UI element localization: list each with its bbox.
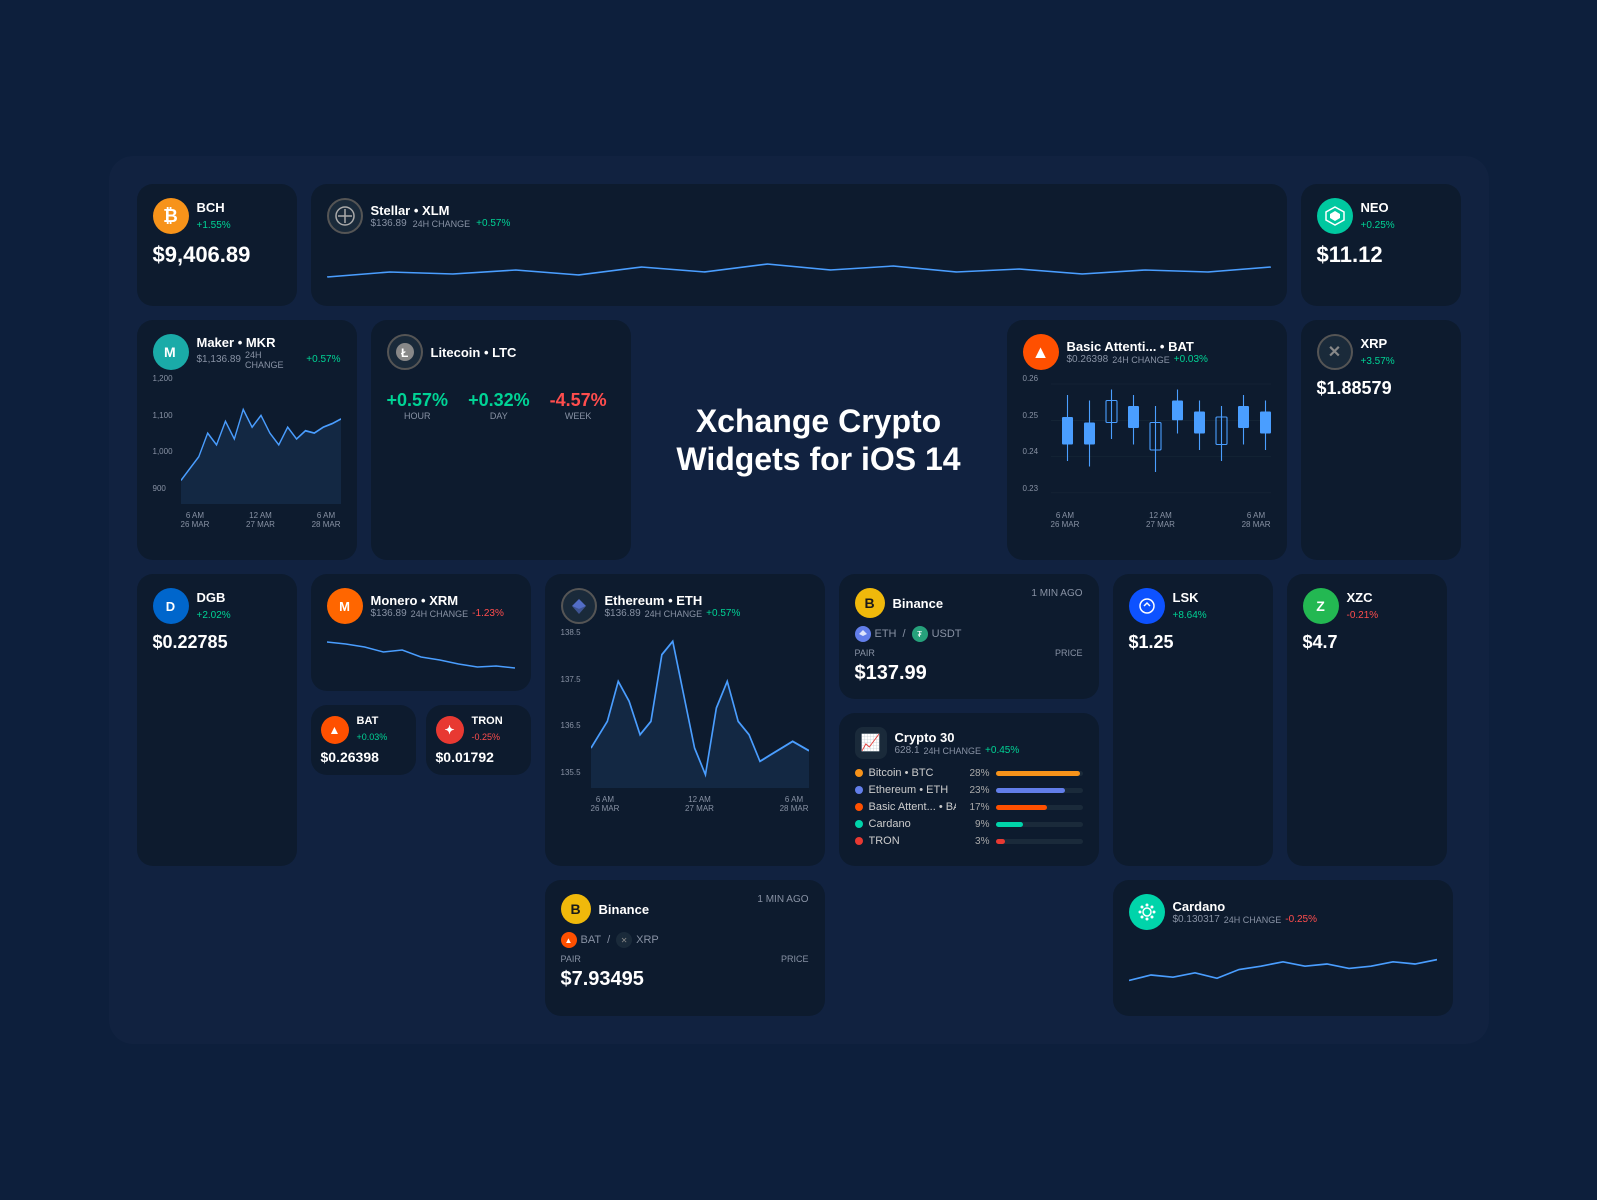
binance2-name: Binance: [599, 902, 650, 917]
dgb-widget: D DGB +2.02% $0.22785: [137, 574, 297, 866]
tron-icon: ✦: [436, 716, 464, 744]
dashboard: ₿ BCH +1.55% $9,406.89 Stellar • XLM $13…: [109, 156, 1489, 1044]
portfolio-row: Cardano 9%: [855, 818, 1083, 830]
xrp-name: XRP: [1361, 336, 1395, 351]
portfolio-row: Basic Attent... • BAT 17%: [855, 801, 1083, 813]
ltc-name: Litecoin • LTC: [431, 345, 517, 360]
litecoin-widget: Ł Litecoin • LTC +0.57% HOUR +0.32% DAY …: [371, 320, 631, 560]
neo-change: +0.25%: [1361, 220, 1395, 231]
eth-name: Ethereum • ETH: [605, 593, 741, 608]
neo-widget: NEO +0.25% $11.12: [1301, 184, 1461, 306]
bat-small-icon: ▲: [321, 716, 349, 744]
maker-chart: [153, 374, 341, 504]
xzc-widget: Z XZC -0.21% $4.7: [1287, 574, 1447, 866]
stellar-widget: Stellar • XLM $136.89 24H CHANGE +0.57%: [311, 184, 1287, 306]
ltc-hour: +0.57%: [387, 390, 449, 411]
ethereum-widget: Ethereum • ETH $136.89 24H CHANGE +0.57%…: [545, 574, 825, 866]
lsk-change: +8.64%: [1173, 610, 1207, 621]
cardano-icon: [1129, 894, 1165, 930]
neo-icon: [1317, 198, 1353, 234]
lsk-widget: LSK +8.64% $1.25: [1113, 574, 1273, 866]
tron-name: TRON: [472, 715, 503, 727]
bch-change: +1.55%: [197, 220, 231, 231]
main-title: Xchange Crypto Widgets for iOS 14: [665, 402, 973, 479]
stellar-change: +0.57%: [476, 218, 510, 229]
neo-name: NEO: [1361, 200, 1395, 215]
bat-small-widget: ▲ BAT +0.03% $0.26398: [311, 705, 416, 775]
xrp-change: +3.57%: [1361, 356, 1395, 367]
binance2-icon: B: [561, 894, 591, 924]
monero-name: Monero • XRM: [371, 593, 504, 608]
crypto30-name: Crypto 30: [895, 730, 1020, 745]
portfolio-row: Bitcoin • BTC 28%: [855, 767, 1083, 779]
binance1-time: 1 MIN AGO: [1031, 588, 1082, 599]
bat-name: Basic Attenti... • BAT: [1067, 339, 1208, 354]
maker-icon: M: [153, 334, 189, 370]
bch-name: BCH: [197, 200, 231, 215]
stellar-chart: [327, 242, 1271, 292]
bat-small-price: $0.26398: [321, 749, 406, 765]
lsk-icon: [1129, 588, 1165, 624]
xzc-price: $4.7: [1303, 632, 1431, 653]
xrp-price: $1.88579: [1317, 378, 1445, 399]
crypto30-widget: 📈 Crypto 30 628.1 24H CHANGE +0.45% Bitc…: [839, 713, 1099, 866]
tron-small-widget: ✦ TRON -0.25% $0.01792: [426, 705, 531, 775]
ltc-week: -4.57%: [550, 390, 607, 411]
portfolio-row: Ethereum • ETH 23%: [855, 784, 1083, 796]
xrp-icon: ✕: [1317, 334, 1353, 370]
xzc-name: XZC: [1347, 590, 1379, 605]
cardano-chart: [1129, 942, 1437, 997]
binance1-widget: B Binance 1 MIN AGO ETH / ₮ U: [839, 574, 1099, 699]
binance2-time: 1 MIN AGO: [757, 894, 808, 905]
ltc-day: +0.32%: [468, 390, 530, 411]
ltc-icon: Ł: [387, 334, 423, 370]
dgb-name: DGB: [197, 590, 231, 605]
binance1-name: Binance: [893, 596, 944, 611]
bch-price: $9,406.89: [153, 242, 281, 268]
monero-chart: [327, 632, 515, 672]
lsk-price: $1.25: [1129, 632, 1257, 653]
bat-icon: ▲: [1023, 334, 1059, 370]
dgb-change: +2.02%: [197, 610, 231, 621]
portfolio-row: TRON 3%: [855, 835, 1083, 847]
dgb-icon: D: [153, 588, 189, 624]
neo-price: $11.12: [1317, 242, 1445, 268]
xzc-change: -0.21%: [1347, 610, 1379, 621]
binance1-icon: B: [855, 588, 885, 618]
eth-icon: [561, 588, 597, 624]
binance2-price: $7.93495: [561, 968, 809, 991]
svg-text:M: M: [164, 344, 176, 360]
bch-icon: ₿: [153, 198, 189, 234]
svg-text:Ł: Ł: [401, 346, 408, 360]
cardano-widget: Cardano $0.130317 24H CHANGE -0.25%: [1113, 880, 1453, 1016]
dgb-price: $0.22785: [153, 632, 281, 653]
maker-name: Maker • MKR: [197, 335, 341, 350]
stellar-icon: [327, 198, 363, 234]
bat-candle-widget: ▲ Basic Attenti... • BAT $0.26398 24H CH…: [1007, 320, 1287, 560]
binance2-widget: B Binance 1 MIN AGO ▲ BAT / ✕ XRP PAIR P…: [545, 880, 825, 1016]
binance1-price: $137.99: [855, 662, 1083, 685]
tron-price: $0.01792: [436, 749, 521, 765]
bat-small-name: BAT: [357, 715, 388, 727]
bat-candle-chart: [1023, 374, 1271, 504]
xzc-icon: Z: [1303, 588, 1339, 624]
center-title-area: Xchange Crypto Widgets for iOS 14: [645, 320, 993, 560]
eth-chart: [561, 628, 809, 788]
monero-widget: M Monero • XRM $136.89 24H CHANGE -1.23%: [311, 574, 531, 691]
crypto30-icon: 📈: [855, 727, 887, 759]
maker-widget: M Maker • MKR $1,136.89 24H CHANGE +0.57…: [137, 320, 357, 560]
crypto30-list: Bitcoin • BTC 28% Ethereum • ETH 23% Bas…: [855, 767, 1083, 847]
stellar-name: Stellar • XLM: [371, 203, 511, 218]
monero-icon: M: [327, 588, 363, 624]
xrp-widget: ✕ XRP +3.57% $1.88579: [1301, 320, 1461, 560]
cardano-name: Cardano: [1173, 899, 1317, 914]
lsk-name: LSK: [1173, 590, 1207, 605]
bch-widget: ₿ BCH +1.55% $9,406.89: [137, 184, 297, 306]
stellar-price: $136.89: [371, 218, 407, 229]
